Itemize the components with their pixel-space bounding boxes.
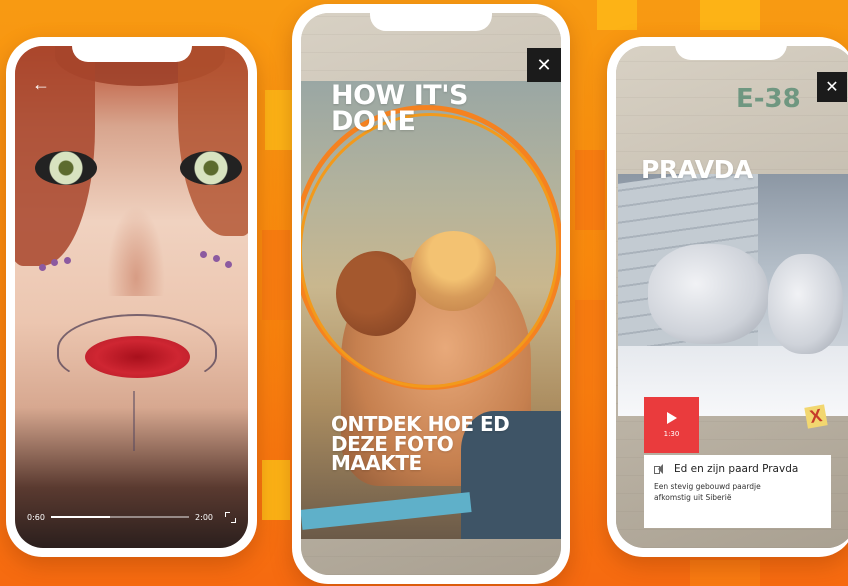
audio-description: Een stevig gebouwd paardje afkomstig uit… — [654, 482, 761, 502]
photo-detail — [35, 151, 97, 185]
phone-video-player: ← 0:60 2:00 — [6, 37, 257, 557]
audio-title-row: Ed en zijn paard Pravda — [654, 463, 821, 475]
photo-detail — [85, 336, 190, 378]
bg-tile — [700, 0, 760, 30]
bg-tile — [690, 560, 760, 586]
bg-tile — [575, 150, 605, 230]
play-button[interactable]: 1:30 — [644, 397, 699, 453]
audio-title: Ed en zijn paard Pravda — [674, 463, 799, 475]
phone-notch — [71, 37, 192, 62]
phone-notch — [370, 4, 492, 31]
video-screen[interactable]: ← 0:60 2:00 — [15, 46, 248, 548]
fullscreen-icon[interactable] — [225, 511, 236, 523]
current-time: 0:60 — [27, 512, 45, 522]
story-screen: E-38 ✕ PRAVDA 1:30 X Ed en zijn paard Pr… — [616, 46, 848, 548]
speaker-icon — [654, 464, 666, 474]
progress-track[interactable] — [50, 516, 190, 518]
scribble-label: E-38 — [736, 84, 801, 114]
video-controls: 0:60 2:00 — [27, 508, 236, 526]
play-icon — [666, 412, 677, 424]
total-time: 2:00 — [195, 512, 213, 522]
story-screen: ✕ HOW IT'S DONE ONTDEK HOE ED DEZE FOTO … — [301, 13, 561, 575]
phone-notch — [675, 37, 787, 60]
audio-duration: 1:30 — [663, 430, 680, 438]
bg-tile — [262, 230, 290, 320]
photo-detail — [51, 259, 58, 266]
photo-detail — [200, 251, 207, 258]
photo-detail — [107, 206, 165, 296]
bg-tile — [262, 460, 290, 520]
phone-pravda: E-38 ✕ PRAVDA 1:30 X Ed en zijn paard Pr… — [607, 37, 848, 557]
photo-detail — [133, 391, 135, 451]
photo-detail — [64, 257, 71, 264]
bg-tile — [265, 90, 295, 150]
bg-tile — [597, 0, 637, 30]
bg-tile — [575, 300, 605, 390]
progress-fill — [50, 516, 111, 518]
story-title: PRAVDA — [641, 155, 753, 184]
photo-detail — [213, 255, 220, 262]
story-title: HOW IT'S DONE — [331, 80, 468, 138]
photo-detail — [39, 264, 46, 271]
phone-how-its-done: ✕ HOW IT'S DONE ONTDEK HOE ED DEZE FOTO … — [292, 4, 570, 584]
photo-detail — [225, 261, 232, 268]
story-subtitle[interactable]: ONTDEK HOE ED DEZE FOTO MAAKTE — [331, 414, 541, 474]
close-icon[interactable]: ✕ — [527, 48, 561, 82]
photo-detail — [768, 254, 843, 354]
photo-detail — [648, 244, 768, 344]
story-photo — [618, 174, 848, 416]
photo-detail — [301, 492, 472, 530]
photo-detail — [178, 46, 248, 236]
photo-detail — [180, 151, 242, 185]
close-icon[interactable]: ✕ — [817, 72, 847, 102]
arrow-left-icon[interactable]: ← — [32, 74, 50, 95]
x-mark: X — [804, 404, 828, 429]
audio-info-card[interactable]: Ed en zijn paard Pravda Een stevig gebou… — [644, 455, 831, 528]
